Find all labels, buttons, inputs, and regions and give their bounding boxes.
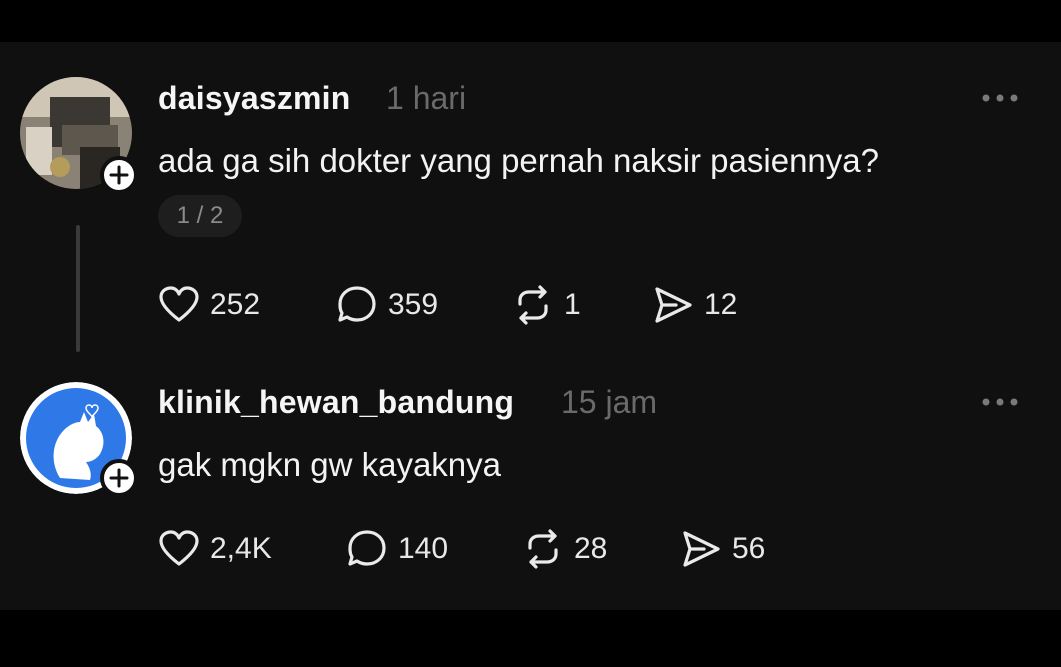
comment-icon [348, 530, 386, 566]
heart-icon [159, 286, 199, 322]
repost-count: 1 [564, 288, 581, 321]
share-button[interactable]: 12 [652, 283, 737, 327]
share-icon [683, 531, 720, 567]
more-icon [982, 94, 1018, 102]
share-button[interactable]: 56 [680, 527, 765, 571]
share-icon [655, 287, 692, 323]
more-icon [982, 398, 1018, 406]
like-count: 252 [210, 288, 261, 321]
follow-button[interactable] [100, 156, 138, 194]
reply-button[interactable]: 140 [346, 527, 448, 571]
repost-button[interactable]: 1 [512, 283, 581, 327]
comment-icon [338, 286, 376, 322]
post-text: ada ga sih dokter yang pernah naksir pas… [158, 142, 879, 179]
follow-button[interactable] [100, 459, 138, 497]
more-options-button[interactable] [980, 392, 1020, 412]
more-options-button[interactable] [980, 88, 1020, 108]
plus-icon [109, 165, 129, 185]
username[interactable]: daisyaszmin [158, 80, 351, 117]
like-button[interactable]: 252 [158, 283, 260, 327]
heart-icon [159, 530, 199, 566]
thread-line [76, 225, 80, 352]
like-count: 2,4K [210, 532, 272, 565]
post-time: 15 jam [561, 384, 658, 420]
bottom-strip [0, 610, 1061, 667]
repost-icon [518, 285, 548, 325]
page-indicator: 1 / 2 [158, 195, 242, 237]
plus-icon [109, 468, 129, 488]
repost-count: 28 [574, 532, 608, 565]
like-button[interactable]: 2,4K [158, 527, 272, 571]
share-count: 12 [704, 288, 738, 321]
post-time: 1 hari [386, 80, 467, 116]
repost-icon [528, 529, 558, 569]
reply-count: 140 [398, 532, 449, 565]
share-count: 56 [732, 532, 766, 565]
reply-button[interactable]: 359 [336, 283, 438, 327]
post-actions: 2,4K 140 28 56 [158, 527, 858, 571]
reply-count: 359 [388, 288, 439, 321]
post-text: gak mgkn gw kayaknya [158, 446, 502, 483]
username[interactable]: klinik_hewan_bandung [158, 384, 514, 421]
post-actions: 252 359 1 12 [158, 283, 858, 327]
repost-button[interactable]: 28 [522, 527, 607, 571]
